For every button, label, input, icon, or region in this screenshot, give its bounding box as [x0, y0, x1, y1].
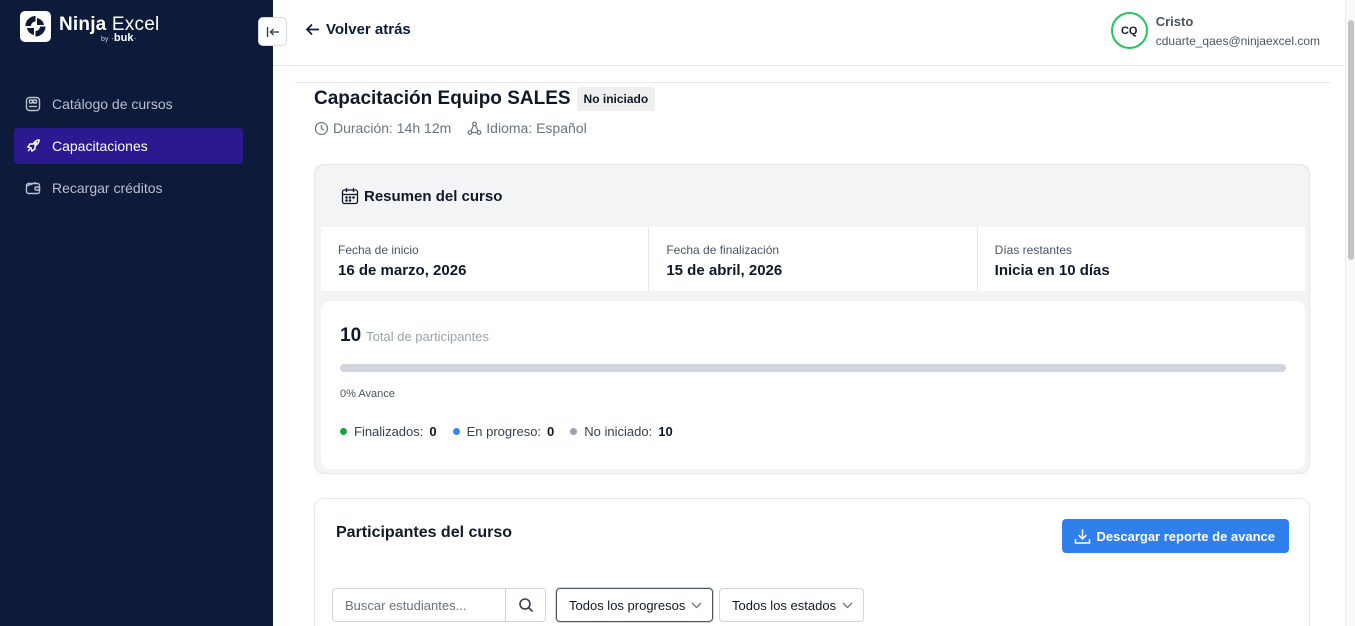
calendar-icon	[341, 187, 359, 205]
arrow-left-icon	[305, 23, 320, 36]
sidebar-item-catalogo[interactable]: Catálogo de cursos	[14, 86, 243, 122]
remaining-days-label: Días restantes	[994, 243, 1073, 257]
legend-dot	[452, 428, 460, 435]
status-badge: No iniciado	[576, 87, 656, 111]
scrollbar-thumb[interactable]	[1348, 20, 1354, 260]
sidebar: Ninja Excel by ·buk· Catálogo de cursos …	[0, 0, 273, 626]
start-date-value: 16 de marzo, 2026	[338, 262, 467, 279]
language-icon	[467, 121, 482, 136]
end-date-value: 15 de abril, 2026	[666, 262, 783, 279]
legend-no-iniciado: No iniciado: 10	[570, 424, 673, 439]
download-icon	[1074, 528, 1091, 545]
sidebar-item-label: Capacitaciones	[52, 138, 148, 154]
course-title-row: Capacitación Equipo SALES No iniciado	[314, 87, 656, 111]
progress-bar	[340, 364, 1286, 372]
sidebar-nav: Catálogo de cursos Capacitaciones Recarg…	[14, 86, 243, 212]
course-summary-card: Resumen del curso Fecha de inicio 16 de …	[314, 164, 1310, 474]
download-report-button[interactable]: Descargar reporte de avance	[1061, 519, 1289, 553]
progress-card: 10 Total de participantes 0% Avance Fina…	[321, 301, 1305, 469]
search-button[interactable]	[505, 589, 545, 621]
user-email: cduarte_qaes@ninjaexcel.com	[1155, 33, 1320, 48]
progress-text: 0% Avance	[340, 388, 395, 400]
participants-card: Participantes del curso Descargar report…	[314, 498, 1310, 626]
remaining-days-value: Inicia en 10 días	[994, 262, 1110, 279]
brand-logo[interactable]: Ninja Excel	[20, 11, 159, 42]
status-filter-select[interactable]: Todos los estados	[719, 588, 865, 622]
status-filter-value: Todos los estados	[732, 597, 837, 613]
legend-dot	[570, 428, 578, 435]
download-label: Descargar reporte de avance	[1096, 528, 1275, 544]
total-participants-count: 10	[340, 325, 362, 346]
progress-filter-select[interactable]: Todos los progresos	[556, 588, 714, 622]
avatar: CQ	[1110, 12, 1148, 49]
top-header: Volver atrás CQ Cristo cduarte_qaes@ninj…	[273, 0, 1355, 66]
wallet-icon	[24, 179, 42, 197]
legend-finalizados: Finalizados: 0	[340, 424, 437, 439]
start-date-label: Fecha de inicio	[338, 243, 419, 257]
back-link[interactable]: Volver atrás	[305, 21, 411, 38]
user-menu[interactable]: CQ Cristo cduarte_qaes@ninjaexcel.com	[1110, 12, 1320, 49]
summary-title: Resumen del curso	[341, 187, 502, 205]
end-date-label: Fecha de finalización	[666, 243, 780, 257]
page-title: Capacitación Equipo SALES	[314, 88, 571, 109]
brand-sub: by ·buk·	[101, 32, 137, 44]
sidebar-item-label: Catálogo de cursos	[52, 96, 173, 112]
search-input[interactable]	[333, 589, 505, 621]
sidebar-item-recargar[interactable]: Recargar créditos	[14, 170, 243, 206]
back-label: Volver atrás	[326, 21, 411, 38]
legend-dot	[340, 428, 347, 435]
start-date-cell: Fecha de inicio 16 de marzo, 2026	[321, 227, 650, 291]
course-duration: Duración: 14h 12m	[333, 120, 452, 136]
date-grid: Fecha de inicio 16 de marzo, 2026 Fecha …	[321, 227, 1305, 291]
chevron-down-icon	[691, 602, 702, 609]
total-participants: 10 Total de participantes	[340, 325, 489, 347]
search-box	[332, 588, 546, 622]
legend-en-progreso: En progreso: 0	[452, 424, 554, 439]
catalog-icon	[24, 95, 42, 113]
course-meta: Duración: 14h 12m Idioma: Español	[314, 120, 587, 136]
chevron-down-icon	[842, 602, 853, 609]
total-participants-label: Total de participantes	[366, 329, 489, 344]
search-icon	[518, 598, 533, 613]
participants-title: Participantes del curso	[336, 524, 513, 541]
page-scrollbar[interactable]	[1345, 0, 1355, 626]
progress-legend: Finalizados: 0 En progreso: 0 No iniciado:…	[340, 424, 689, 439]
sidebar-item-capacitaciones[interactable]: Capacitaciones	[14, 128, 243, 164]
course-language: Idioma: Español	[486, 120, 587, 136]
clock-icon	[314, 121, 329, 136]
rocket-icon	[24, 137, 42, 155]
end-date-cell: Fecha de finalización 15 de abril, 2026	[649, 227, 978, 291]
ninja-logo-icon	[20, 11, 51, 42]
sidebar-item-label: Recargar créditos	[52, 180, 163, 196]
divider	[295, 82, 1330, 83]
remaining-days-cell: Días restantes Inicia en 10 días	[978, 227, 1305, 291]
user-name: Cristo	[1155, 13, 1194, 29]
progress-filter-value: Todos los progresos	[569, 597, 686, 613]
